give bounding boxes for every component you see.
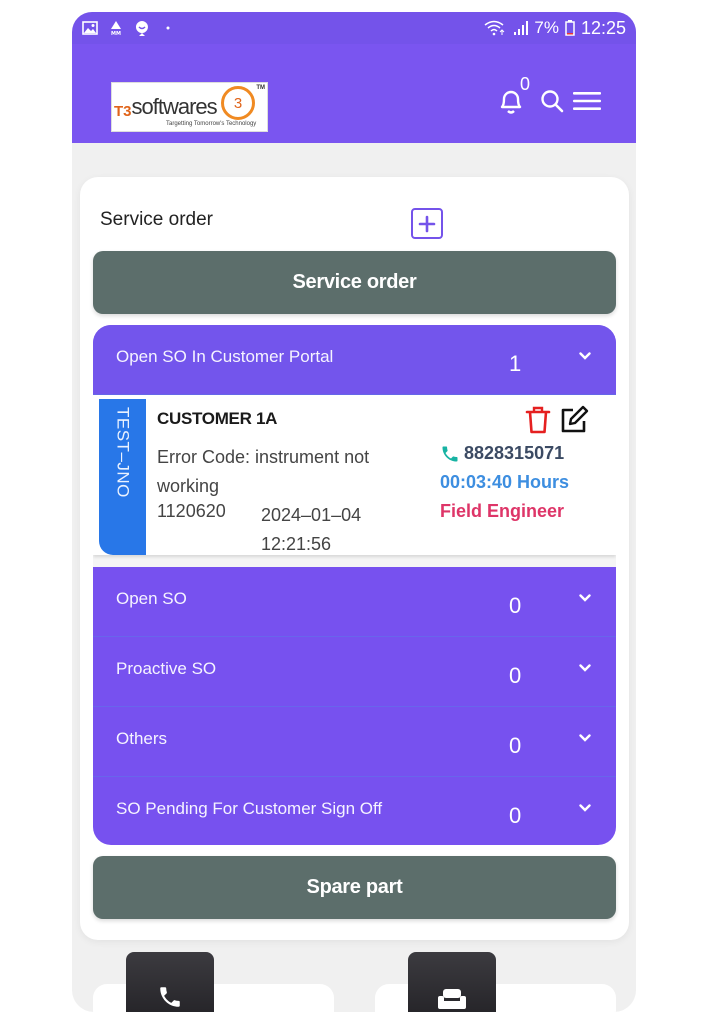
service-order-accordion: Open SO In Customer Portal 1 TEST–JNO CU… [93, 325, 616, 845]
phone-screen: MM 7% 12:25 T3 softwares Targetting Tomo… [72, 12, 636, 1012]
assets-tile-button[interactable] [408, 952, 496, 1012]
customer-name: CUSTOMER 1A [157, 409, 278, 428]
edit-icon [561, 405, 589, 433]
assigned-role: Field Engineer [440, 501, 565, 521]
gallery-icon [82, 20, 98, 36]
phone-icon [160, 987, 180, 1007]
logo-tm: TM [256, 85, 265, 91]
svg-text:MM: MM [111, 31, 121, 36]
trash-icon [525, 406, 551, 434]
section-label: Others [116, 728, 168, 748]
signal-icon [512, 20, 529, 36]
section-count: 0 [509, 663, 522, 688]
chevron-down-icon [579, 734, 591, 742]
phone-icon [442, 446, 458, 461]
service-order-card: Service order Service order Open SO In C… [80, 177, 629, 940]
chevron-down-icon [579, 594, 591, 602]
app-header: T3 softwares Targetting Tomorrow's Techn… [72, 44, 636, 143]
section-count: 1 [509, 351, 522, 376]
search-icon [541, 90, 564, 113]
status-bar: MM 7% 12:25 [72, 12, 636, 44]
section-open-so-customer-portal[interactable]: Open SO In Customer Portal 1 [93, 325, 616, 395]
battery-percent: 7% [534, 18, 559, 37]
section-pending-sign-off[interactable]: SO Pending For Customer Sign Off 0 [93, 777, 616, 845]
section-proactive-so[interactable]: Proactive SO 0 [93, 637, 616, 707]
service-order-button[interactable]: Service order [93, 251, 616, 314]
chevron-down-icon [579, 664, 591, 672]
logo-name: softwares [131, 94, 218, 119]
bottom-tiles [72, 952, 636, 1012]
section-label: Open SO [116, 588, 187, 608]
customer-phone[interactable]: 8828315071 [440, 443, 564, 464]
so-number: 1120620 [157, 501, 226, 521]
so-badge-text: TEST–JNO [113, 407, 133, 498]
alert-mm-icon: MM [108, 20, 124, 36]
search-button[interactable] [540, 89, 564, 113]
so-datetime: 2024–01–04 12:21:56 [261, 505, 362, 554]
sofa-icon [438, 989, 466, 1009]
section-others[interactable]: Others 0 [93, 707, 616, 777]
section-open-so[interactable]: Open SO 0 [93, 567, 616, 637]
chat-icon [134, 20, 150, 36]
add-service-order-button[interactable] [411, 208, 443, 239]
dot-icon [160, 20, 176, 36]
section-count: 0 [509, 803, 522, 828]
clock: 12:25 [580, 17, 626, 38]
section-label: Proactive SO [116, 658, 217, 678]
menu-button[interactable] [572, 89, 602, 113]
contact-tile-button[interactable] [126, 952, 214, 1012]
logo-mark: 3 [221, 86, 255, 120]
section-count: 0 [509, 593, 522, 618]
plus-icon [418, 215, 436, 232]
edit-button[interactable] [559, 405, 589, 435]
wifi-icon [484, 20, 506, 36]
section-label: SO Pending For Customer Sign Off [116, 799, 383, 818]
section-label: Open SO In Customer Portal [116, 346, 334, 366]
chevron-down-icon [579, 352, 591, 360]
elapsed-hours: 00:03:40 Hours [440, 472, 570, 492]
chevron-down-icon [579, 804, 591, 812]
company-logo: T3 softwares Targetting Tomorrow's Techn… [111, 82, 268, 132]
logo-prefix: T3 [114, 102, 132, 120]
battery-icon [565, 20, 575, 36]
section-count: 0 [509, 733, 522, 758]
error-code: Error Code: instrument not working [157, 447, 370, 496]
notifications-button[interactable]: 0 [494, 74, 530, 118]
service-order-list-item[interactable]: TEST–JNO CUSTOMER 1A Error Code: instrum… [93, 395, 616, 567]
so-badge: TEST–JNO [99, 399, 146, 555]
spare-part-button[interactable]: Spare part [93, 856, 616, 919]
phone-number: 8828315071 [464, 443, 565, 463]
card-title: Service order [100, 209, 213, 230]
delete-button[interactable] [525, 405, 551, 435]
logo-tagline: Targetting Tomorrow's Technology [166, 121, 257, 127]
notification-count: 0 [519, 74, 530, 94]
hamburger-menu-icon [573, 92, 601, 110]
